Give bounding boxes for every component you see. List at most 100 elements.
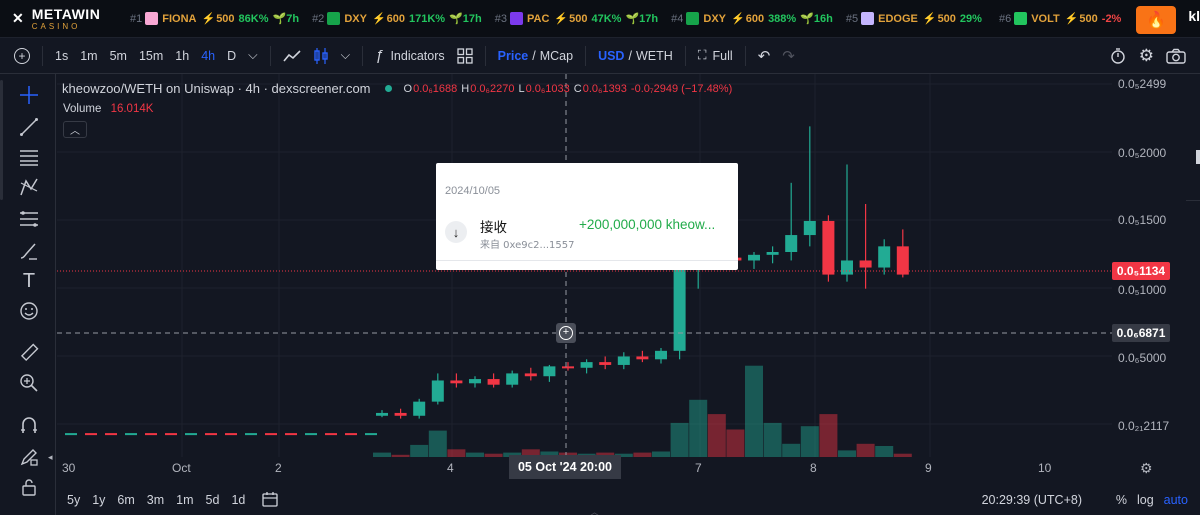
ticker-score: 500: [569, 12, 588, 25]
price-toggle-label: Price: [497, 48, 529, 63]
ticker-rank: #1: [130, 12, 143, 25]
usd-weth-toggle[interactable]: USD / WETH: [592, 38, 679, 73]
interval-15m[interactable]: 15m: [133, 38, 169, 73]
crosshair-plus-icon[interactable]: +: [556, 323, 576, 343]
range-1y[interactable]: 1y: [92, 493, 105, 507]
zoom-in-icon[interactable]: [18, 372, 40, 394]
pitchfork-icon[interactable]: [18, 176, 40, 198]
ticker-symbol: DXY: [344, 12, 367, 25]
clock-timezone[interactable]: 20:29:39 (UTC+8): [982, 493, 1082, 507]
text-tool-icon[interactable]: T: [18, 270, 40, 292]
sidebar-scrollbar[interactable]: [0, 80, 3, 200]
brush-icon[interactable]: [18, 240, 40, 262]
right-edge-panel: [1186, 120, 1200, 515]
horizontal-lines-icon[interactable]: [18, 146, 40, 168]
range-3m[interactable]: 3m: [147, 493, 164, 507]
candle-flat: [345, 433, 357, 436]
high-value: 0.0₆2270: [470, 82, 515, 95]
candlestick-icon[interactable]: [307, 38, 335, 73]
candle-flat: [165, 433, 177, 436]
trending-ticker-bar: ✕ METAWIN CASINO #1 FIONA ⚡ 500 86K% 🌱7h #2 DXY…: [0, 0, 1200, 38]
candle-body: [599, 362, 612, 365]
candle-body: [655, 350, 667, 360]
emoji-smile-icon[interactable]: [18, 300, 40, 322]
axis-settings-gear-icon[interactable]: ⚙: [1140, 460, 1153, 477]
interval-D[interactable]: D: [221, 38, 242, 73]
ticker-item[interactable]: #4 DXY ⚡ 600 388% 🌱16h: [671, 12, 833, 25]
time-axis-label: 30: [62, 461, 76, 475]
interval-1h[interactable]: 1h: [169, 38, 195, 73]
truncated-text: kl: [1188, 8, 1200, 24]
time-axis-label: 2: [275, 461, 282, 475]
collapse-legend-button[interactable]: ︿: [63, 121, 87, 138]
interval-1s[interactable]: 1s: [49, 38, 74, 73]
fullscreen-button[interactable]: ⛶ Full: [692, 38, 739, 73]
line-chart-icon[interactable]: [277, 38, 307, 73]
date-range-calendar-icon[interactable]: [261, 490, 279, 511]
ticker-age: 🌱7h: [273, 12, 300, 25]
settings-gear-icon[interactable]: ⚙: [1133, 38, 1160, 73]
fire-icon-button[interactable]: 🔥: [1136, 6, 1176, 34]
volume-legend: Volume 16.014K: [63, 103, 153, 115]
expand-panel-chevron-icon[interactable]: ︿: [590, 505, 599, 515]
candle-flat: [225, 433, 237, 436]
ticker-score: 600: [745, 12, 765, 25]
ticker-age-value: 16h: [813, 13, 833, 25]
replay-icon[interactable]: [1103, 38, 1133, 73]
fib-retracement-icon[interactable]: [18, 208, 40, 230]
auto-scale-toggle[interactable]: auto: [1164, 493, 1188, 507]
range-5d[interactable]: 5d: [206, 493, 220, 507]
price-mcap-toggle[interactable]: Price / MCap: [492, 38, 579, 73]
range-6m[interactable]: 6m: [117, 493, 134, 507]
lock-pencil-icon[interactable]: [18, 446, 40, 468]
layouts-grid-icon[interactable]: [451, 38, 479, 73]
candle-body: [766, 252, 779, 255]
ticker-item[interactable]: #6 VOLT ⚡ 500 -2%: [999, 12, 1125, 25]
percent-scale-toggle[interactable]: %: [1116, 493, 1127, 507]
magnet-icon[interactable]: [18, 414, 40, 436]
sprout-icon: 🌱: [449, 13, 463, 25]
ticker-age-value: 17h: [639, 13, 659, 25]
ticker-item[interactable]: #2 DXY ⚡ 600 171K% 🌱17h: [312, 12, 482, 25]
indicators-button[interactable]: ƒ Indicators: [369, 38, 451, 73]
ticker-item[interactable]: #1 FIONA ⚡ 500 86K% 🌱7h: [130, 12, 299, 25]
trend-line-icon[interactable]: [18, 116, 40, 138]
time-axis-label: Oct: [172, 461, 191, 475]
tooltip-date: 2024/10/05: [445, 185, 501, 197]
crosshair-icon[interactable]: [18, 84, 40, 106]
divider: [484, 45, 486, 66]
camera-snapshot-icon[interactable]: [1160, 38, 1200, 73]
scroll-left-chevron-icon[interactable]: ◂: [48, 452, 53, 463]
interval-5m[interactable]: 5m: [104, 38, 133, 73]
undo-icon[interactable]: ↶: [752, 38, 777, 73]
ticker-symbol: VOLT: [1031, 12, 1060, 25]
time-axis-label: 4: [447, 461, 454, 475]
crosshair-time-badge: 05 Oct '24 20:00: [509, 455, 621, 479]
ticker-item[interactable]: #5 EDOGE ⚡ 500 29%: [846, 12, 986, 25]
ticker-age: 🌱17h: [625, 12, 658, 25]
ticker-symbol: FIONA: [162, 12, 197, 25]
metawin-logo[interactable]: ✕ METAWIN CASINO: [0, 7, 130, 31]
ticker-rank: #4: [671, 12, 684, 25]
price-axis-label: 0.0₅2000: [1118, 146, 1167, 160]
ruler-icon[interactable]: [18, 342, 40, 364]
arrow-down-icon: ↓: [445, 221, 467, 243]
interval-1m[interactable]: 1m: [74, 38, 103, 73]
log-scale-toggle[interactable]: log: [1137, 493, 1154, 507]
candle-flat: [65, 433, 77, 436]
bolt-icon: ⚡: [371, 13, 386, 25]
pair-title: kheowzoo/WETH on Uniswap · 4h · dexscree…: [62, 81, 371, 96]
redo-icon[interactable]: ↷: [776, 38, 801, 73]
add-symbol-button[interactable]: +: [0, 38, 36, 73]
chart-type-chevron-icon[interactable]: ⌵: [335, 38, 356, 73]
interval-4h[interactable]: 4h: [195, 38, 221, 73]
range-5y[interactable]: 5y: [67, 493, 80, 507]
range-1d[interactable]: 1d: [231, 493, 245, 507]
candle-body: [803, 220, 816, 236]
range-1m[interactable]: 1m: [176, 493, 193, 507]
candle-body: [431, 380, 444, 402]
candle-body: [822, 220, 835, 275]
interval-dropdown-chevron-icon[interactable]: ⌵: [242, 38, 263, 73]
lock-icon[interactable]: [18, 476, 40, 498]
ticker-item[interactable]: #3 PAC ⚡ 500 47K% 🌱17h: [495, 12, 658, 25]
